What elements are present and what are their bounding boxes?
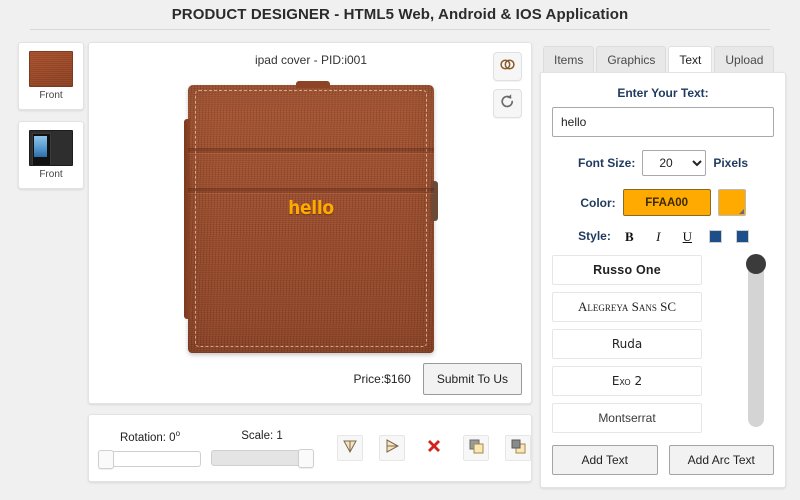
ipad-cover-artwork: hello (184, 81, 438, 353)
italic-button[interactable]: I (652, 230, 665, 243)
font-option-exo-2[interactable]: Exo 2 (552, 366, 702, 396)
style-label: Style: (578, 229, 611, 243)
color-value-swatch[interactable]: FFAA00 (622, 189, 711, 216)
scale-label: Scale: 1 (241, 430, 283, 442)
ipad-thumbnail-image (29, 130, 73, 166)
font-size-select[interactable]: 20 (642, 150, 707, 176)
pixels-label: Pixels (713, 156, 749, 170)
price-label: Price:$160 (353, 372, 411, 386)
cover-top-clip (296, 81, 330, 88)
price-row: Price:$160 Submit To Us (89, 363, 533, 395)
header-divider (30, 29, 770, 30)
red-cross-icon (425, 437, 443, 460)
rotation-label: Rotation: 0o (119, 428, 181, 444)
panel-tabs: Items Graphics Text Upload (540, 42, 786, 72)
scale-slider-thumb[interactable] (298, 449, 314, 468)
view-thumbnail-rail: Front Front (18, 42, 84, 200)
style-row: Style: B I U (552, 229, 774, 243)
design-canvas-panel: ipad cover - PID:i001 hello Price:$160 S… (88, 42, 532, 404)
font-option-russo-one[interactable]: Russo One (552, 255, 702, 285)
thumbnail-front-leather[interactable]: Front (18, 42, 84, 110)
color-row: Color: FFAA00 (552, 189, 774, 216)
color-picker-button[interactable] (717, 189, 746, 216)
add-text-button[interactable]: Add Text (552, 445, 658, 475)
product-stage: hello (89, 69, 533, 369)
text-input[interactable] (552, 107, 774, 137)
flip-vertical-icon (341, 437, 359, 460)
flip-horizontal-button[interactable] (379, 435, 405, 461)
font-list-scrollbar[interactable] (746, 254, 766, 427)
rotation-control: Rotation: 0o (98, 428, 201, 470)
thumbnail-label: Front (39, 90, 63, 101)
tab-upload[interactable]: Upload (714, 46, 775, 72)
object-toolbar: Rotation: 0o Scale: 1 (88, 414, 532, 482)
font-list: Russo One Alegreya Sans SC Ruda Exo 2 Mo… (552, 255, 702, 433)
leather-cover-thumbnail-image (29, 51, 73, 87)
tab-text[interactable]: Text (668, 46, 713, 72)
thumbnail-front-ipad[interactable]: Front (18, 121, 84, 189)
color-label: Color: (580, 195, 616, 210)
add-text-row: Add Text Add Arc Text (552, 445, 774, 475)
artwork-text-object[interactable]: hello (188, 197, 434, 219)
tool-icon-group (337, 435, 531, 461)
bold-button[interactable]: B (623, 230, 636, 243)
cover-crease (188, 148, 434, 153)
send-to-back-icon (509, 437, 527, 460)
thumbnail-label: Front (39, 169, 63, 180)
bring-to-front-button[interactable] (463, 435, 489, 461)
rotation-slider[interactable] (98, 450, 201, 470)
scale-control: Scale: 1 (211, 430, 314, 468)
add-arc-text-button[interactable]: Add Arc Text (668, 445, 774, 475)
delete-button[interactable] (421, 435, 447, 461)
product-name-label: ipad cover - PID:i001 (254, 53, 368, 67)
scale-slider[interactable] (211, 449, 314, 468)
properties-panel: Items Graphics Text Upload Enter Your Te… (540, 42, 786, 488)
align-center-button[interactable] (736, 230, 748, 242)
font-option-ruda[interactable]: Ruda (552, 329, 702, 359)
flip-horizontal-icon (383, 437, 401, 460)
font-option-montserrat[interactable]: Montserrat (552, 403, 702, 433)
cover-crease (188, 188, 434, 193)
font-size-label: Font Size: (577, 156, 636, 170)
rotation-slider-thumb[interactable] (98, 450, 114, 470)
tab-graphics[interactable]: Graphics (596, 46, 667, 72)
app-header: PRODUCT DESIGNER - HTML5 Web, Android & … (0, 0, 800, 29)
underline-button[interactable]: U (681, 230, 694, 243)
bring-to-front-icon (467, 437, 485, 460)
font-list-scrollbar-thumb[interactable] (746, 254, 766, 274)
submit-button[interactable]: Submit To Us (422, 363, 522, 395)
enter-text-label: Enter Your Text: (617, 86, 709, 100)
tab-items[interactable]: Items (543, 46, 595, 72)
text-tab-content: Enter Your Text: Font Size: 20 Pixels Co… (540, 72, 786, 488)
product-designer-page: PRODUCT DESIGNER - HTML5 Web, Android & … (0, 0, 800, 500)
flip-vertical-button[interactable] (337, 435, 363, 461)
align-left-button[interactable] (709, 230, 721, 242)
font-list-area: Russo One Alegreya Sans SC Ruda Exo 2 Mo… (552, 254, 774, 435)
send-to-back-button[interactable] (505, 435, 531, 461)
page-title: PRODUCT DESIGNER - HTML5 Web, Android & … (171, 6, 629, 23)
font-option-alegreya-sans-sc[interactable]: Alegreya Sans SC (552, 292, 702, 322)
font-size-row: Font Size: 20 Pixels (552, 150, 774, 176)
